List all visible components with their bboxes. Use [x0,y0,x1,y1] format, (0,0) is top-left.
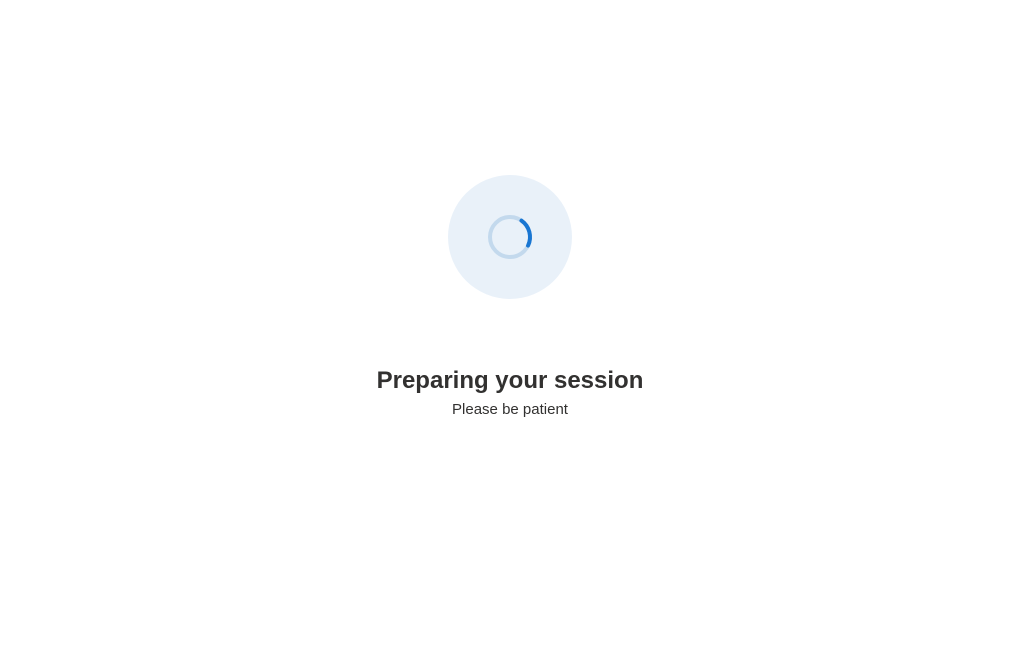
loading-spinner-icon [485,212,535,262]
loading-screen: Preparing your session Please be patient [377,175,644,418]
loading-subtext: Please be patient [452,401,568,418]
loading-heading: Preparing your session [377,367,644,395]
spinner-background [448,175,572,299]
